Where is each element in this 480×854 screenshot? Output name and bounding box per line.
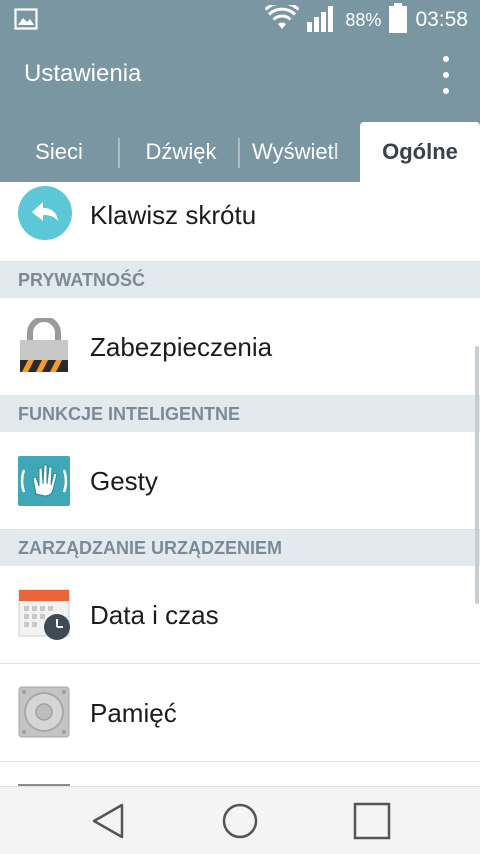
navigation-bar <box>0 786 480 854</box>
tab-dzwiek[interactable]: Dźwięk <box>124 122 238 182</box>
list-item-security[interactable]: Zabezpieczenia <box>0 298 480 396</box>
back-icon[interactable] <box>88 801 128 841</box>
section-header-smart-features: FUNKCJE INTELIGENTNE <box>0 396 480 432</box>
battery-percent: 88% <box>345 9 382 30</box>
tab-divider <box>238 138 240 168</box>
overflow-menu-icon[interactable] <box>442 56 450 94</box>
section-label: PRYWATNOŚĆ <box>18 270 146 290</box>
list-item-partial[interactable] <box>0 762 480 786</box>
tab-divider <box>118 138 120 168</box>
list-item-gestures[interactable]: Gesty <box>0 432 480 530</box>
tab-fade <box>330 122 358 182</box>
list-item-storage[interactable]: Pamięć <box>0 664 480 762</box>
tab-label: Sieci <box>35 139 83 164</box>
calendar-clock-icon <box>18 588 72 646</box>
page-title: Ustawienia <box>24 60 142 87</box>
settings-list: Klawisz skrótu PRYWATNOŚĆ Zabezpieczenia <box>0 182 480 786</box>
battery-icon <box>389 3 408 37</box>
lock-icon <box>18 316 70 378</box>
list-item-shortcut-key[interactable]: Klawisz skrótu <box>0 182 480 262</box>
tab-label: Wyświetl <box>252 139 339 164</box>
tab-label: Ogólne <box>382 139 458 164</box>
scrollbar[interactable] <box>475 346 479 604</box>
item-label: Gesty <box>90 466 158 496</box>
item-label: Data i czas <box>90 600 219 630</box>
tab-sieci[interactable]: Sieci <box>0 122 118 182</box>
app-bar: Ustawienia <box>0 40 480 110</box>
section-label: FUNKCJE INTELIGENTNE <box>18 404 241 424</box>
settings-screen: 88% 03:58 Ustawienia Sieci Dźwięk Wyświe… <box>0 0 480 854</box>
tab-label: Dźwięk <box>145 139 217 164</box>
section-label: ZARZĄDZANIE URZĄDZENIEM <box>18 538 282 558</box>
tab-bar: Sieci Dźwięk Wyświetl Ogólne <box>0 110 480 182</box>
recents-icon[interactable] <box>352 801 392 841</box>
home-icon[interactable] <box>220 801 260 841</box>
list-item-date-time[interactable]: Data i czas <box>0 566 480 664</box>
clock: 03:58 <box>415 8 468 31</box>
status-bar: 88% 03:58 <box>0 0 480 40</box>
section-header-privacy: PRYWATNOŚĆ <box>0 262 480 298</box>
section-header-device-management: ZARZĄDZANIE URZĄDZENIEM <box>0 530 480 566</box>
storage-icon <box>18 686 70 742</box>
item-label: Zabezpieczenia <box>90 332 273 362</box>
gallery-icon <box>14 8 38 34</box>
item-label: Klawisz skrótu <box>90 200 257 230</box>
tab-ogolne[interactable]: Ogólne <box>360 122 480 182</box>
item-label: Pamięć <box>90 698 177 728</box>
signal-icon <box>307 4 337 36</box>
wifi-icon <box>264 1 300 35</box>
gesture-hand-icon <box>18 456 70 510</box>
shortcut-key-icon <box>18 186 72 244</box>
